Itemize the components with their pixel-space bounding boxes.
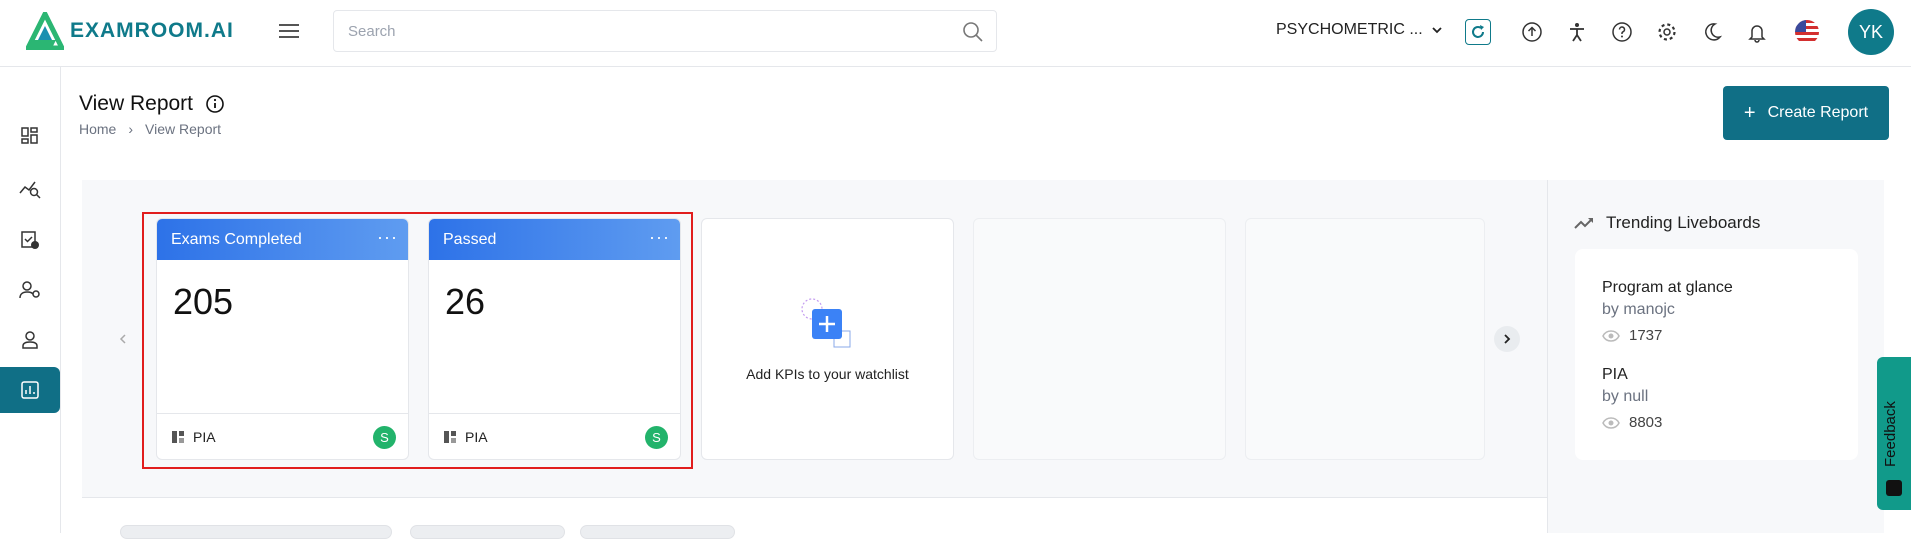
carousel-next-button[interactable] — [1494, 326, 1520, 352]
sidebar-item-reports[interactable] — [0, 367, 60, 413]
top-bar: EXAMROOM.AI PSYCHOMETRIC ... — [0, 0, 1911, 67]
page-title-text: View Report — [79, 92, 194, 115]
logo-text: EXAMROOM.AI — [70, 19, 234, 42]
sidebar-item-candidates[interactable] — [0, 317, 60, 363]
empty-kpi-slot — [973, 218, 1226, 460]
eye-icon — [1602, 329, 1620, 342]
eye-icon — [1602, 416, 1620, 429]
chevron-right-icon — [1504, 334, 1511, 344]
sync-icon[interactable] — [1465, 19, 1491, 45]
us-flag-icon[interactable] — [1794, 19, 1820, 45]
breadcrumb: Home › View Report — [79, 121, 221, 137]
liveboard-name[interactable]: Program at glance — [1602, 279, 1733, 297]
selection-highlight — [142, 212, 693, 469]
exam-schedule-icon — [21, 231, 39, 249]
breadcrumb-current: View Report — [145, 121, 222, 137]
add-kpi-card[interactable]: Add KPIs to your watchlist — [701, 218, 954, 460]
carousel-prev-button[interactable] — [110, 326, 136, 352]
feedback-tab[interactable]: Feedback — [1877, 357, 1911, 510]
sidebar-item-analytics[interactable] — [0, 165, 60, 211]
filter-chip[interactable] — [580, 525, 735, 539]
program-selector-label: PSYCHOMETRIC ... — [1276, 21, 1423, 38]
bell-icon[interactable] — [1744, 19, 1770, 45]
trending-list: Program at glance by manojc 1737 PIA by … — [1575, 249, 1858, 460]
logo[interactable]: EXAMROOM.AI — [26, 12, 234, 50]
sidebar — [0, 67, 61, 533]
user-settings-icon — [19, 281, 40, 299]
menu-toggle-icon[interactable] — [277, 20, 301, 44]
filter-chip[interactable] — [410, 525, 565, 539]
breadcrumb-home[interactable]: Home — [79, 121, 116, 137]
upload-icon[interactable] — [1519, 19, 1545, 45]
liveboard-author: by null — [1602, 388, 1649, 405]
dark-mode-icon[interactable] — [1699, 19, 1725, 45]
avatar[interactable]: YK — [1848, 9, 1894, 55]
create-report-label: Create Report — [1767, 104, 1869, 121]
trending-up-icon — [1574, 218, 1593, 229]
liveboard-name[interactable]: PIA — [1602, 366, 1628, 384]
program-selector[interactable]: PSYCHOMETRIC ... — [1276, 21, 1443, 39]
chevron-down-icon — [1432, 27, 1442, 34]
search-icon[interactable] — [962, 21, 984, 43]
info-icon[interactable] — [205, 94, 225, 114]
sidebar-item-user-settings[interactable] — [0, 267, 60, 313]
add-kpi-text: Add KPIs to your watchlist — [746, 366, 909, 382]
page-title: View Report — [79, 92, 225, 116]
plus-icon: + — [1743, 101, 1756, 124]
analytics-search-icon — [19, 181, 41, 199]
liveboard-views: 1737 — [1602, 327, 1662, 344]
reports-icon — [21, 381, 39, 399]
empty-kpi-slot — [1245, 218, 1485, 460]
feedback-label: Feedback — [1882, 401, 1899, 467]
trending-title: Trending Liveboards — [1574, 213, 1760, 233]
gear-icon[interactable] — [1654, 19, 1680, 45]
liveboard-views: 8803 — [1602, 414, 1662, 431]
help-icon[interactable] — [1609, 19, 1635, 45]
liveboard-views-count: 8803 — [1629, 414, 1663, 431]
candidate-icon — [22, 331, 38, 349]
liveboard-views-count: 1737 — [1629, 327, 1663, 344]
chevron-left-icon — [119, 334, 126, 344]
search-input[interactable] — [334, 11, 934, 51]
sidebar-item-dashboard[interactable] — [0, 113, 60, 159]
dashboard-icon — [21, 127, 38, 144]
create-report-button[interactable]: + Create Report — [1723, 86, 1889, 140]
search-box — [333, 10, 997, 52]
trending-title-text: Trending Liveboards — [1606, 213, 1761, 232]
logo-icon — [26, 12, 64, 50]
sidebar-item-exams[interactable] — [0, 217, 60, 263]
filter-chip[interactable] — [120, 525, 392, 539]
accessibility-icon[interactable] — [1564, 19, 1590, 45]
chevron-right-icon: › — [128, 121, 134, 137]
liveboard-author: by manojc — [1602, 301, 1675, 318]
feedback-icon — [1886, 480, 1902, 496]
add-kpi-icon — [801, 298, 851, 348]
